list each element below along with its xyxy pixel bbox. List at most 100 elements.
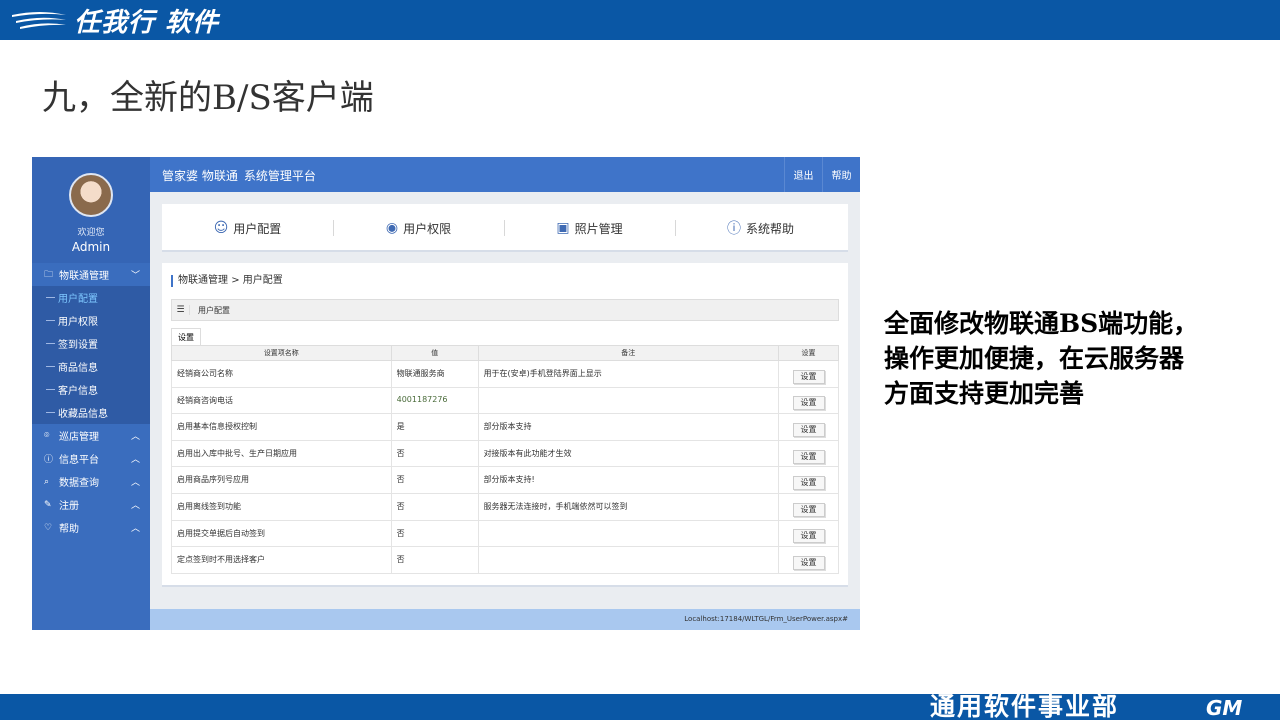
setting-name: 启用离线签到功能: [171, 492, 392, 521]
setting-name: 启用出入库中批号、生产日期应用: [171, 439, 392, 468]
slide-title: 九，全新的B/S客户端: [42, 78, 374, 118]
action-cell: 设置: [778, 519, 839, 548]
setting-value: 物联通服务商: [390, 360, 479, 388]
info-icon: ⓘ: [44, 455, 54, 465]
breadcrumb-current: 用户配置: [242, 275, 283, 286]
edit-icon: ✎: [44, 499, 52, 510]
breadcrumb-parent[interactable]: 物联通管理: [178, 275, 228, 286]
settings-tab[interactable]: 设置: [171, 328, 201, 345]
status-url: Localhost:17184/WLTGL/Frm_UserPower.aspx…: [684, 615, 848, 623]
set-button[interactable]: 设置: [792, 502, 825, 517]
sidebar-group-label: 信息平台: [59, 455, 99, 466]
setting-name: 经销商咨询电话: [171, 386, 392, 415]
setting-value: 否: [390, 466, 479, 494]
tab-label: 照片管理: [574, 221, 623, 236]
main-content: 物联通管理 > 用户配置 ☰ 用户配置 设置 设置项名称 值 备注 设置 经销商…: [162, 263, 848, 587]
panel-header: ☰ 用户配置: [171, 299, 839, 321]
setting-note: 部分版本支持: [477, 413, 780, 441]
table-row: 启用基本信息授权控制 是 部分版本支持 设置: [171, 413, 839, 441]
setting-name: 经销商公司名称: [171, 360, 392, 388]
app-screenshot: 欢迎您 Admin 🗀 物联通管理 ﹀ 用户配置 用户权限 签到设置 商品信息 …: [32, 157, 860, 630]
panel-title: 用户配置: [198, 305, 230, 315]
table-header-row: 设置项名称 值 备注 设置: [171, 345, 839, 361]
photo-icon: ▣: [556, 220, 570, 236]
sidebar-group-iot-management[interactable]: 🗀 物联通管理 ﹀: [32, 263, 150, 286]
set-button[interactable]: 设置: [792, 476, 825, 491]
setting-note: [477, 386, 780, 415]
sidebar-item-collection-info[interactable]: 收藏品信息: [32, 401, 150, 424]
action-cell: 设置: [778, 439, 839, 468]
user-icon: ☺: [213, 220, 229, 236]
set-button[interactable]: 设置: [792, 396, 825, 411]
action-cell: 设置: [778, 413, 839, 441]
sidebar-item-user-permission[interactable]: 用户权限: [32, 309, 150, 332]
setting-value: 否: [390, 439, 479, 468]
sidebar-item-product-info[interactable]: 商品信息: [32, 355, 150, 378]
tab-user-permission[interactable]: ◉ 用户权限: [333, 204, 504, 252]
table-row: 定点签到时不用选择客户 否 设置: [171, 546, 839, 574]
list-icon: ☰: [172, 305, 190, 315]
app-brand: 管家婆 物联通 系统管理平台: [162, 167, 316, 184]
chevron-up-icon: ︿: [130, 478, 140, 488]
logout-button[interactable]: 退出: [784, 157, 822, 192]
table-row: 启用商品序列号应用 否 部分版本支持! 设置: [171, 466, 839, 494]
logo-swoosh-icon: [12, 12, 66, 29]
table-row: 启用离线签到功能 否 服务器无法连接时，手机端依然可以签到 设置: [171, 492, 839, 521]
chevron-up-icon: ︿: [130, 501, 140, 511]
setting-value: 4001187276: [390, 386, 479, 415]
tab-system-help[interactable]: ⓘ 系统帮助: [675, 204, 846, 252]
setting-note: 部分版本支持!: [477, 466, 780, 494]
breadcrumb: 物联通管理 > 用户配置: [171, 275, 283, 287]
sidebar-group-register[interactable]: ✎ 注册 ︿: [32, 493, 150, 516]
feature-description: 全面修改物联通BS端功能，操作更加便捷，在云服务器方面支持更加完善: [884, 309, 1199, 408]
username: Admin: [71, 240, 111, 254]
tab-user-config[interactable]: ☺ 用户配置: [162, 204, 333, 252]
table-row: 启用出入库中批号、生产日期应用 否 对接版本有此功能才生效 设置: [171, 439, 839, 468]
action-cell: 设置: [778, 386, 839, 415]
tab-label: 用户配置: [233, 221, 282, 236]
sidebar-group-label: 巡店管理: [59, 432, 99, 443]
column-header: 备注: [477, 345, 780, 361]
set-button[interactable]: 设置: [792, 369, 825, 384]
settings-table: 设置项名称 值 备注 设置 经销商公司名称 物联通服务商 用于在(安卓)手机登陆…: [171, 345, 839, 574]
function-tabs: ☺ 用户配置 ◉ 用户权限 ▣ 照片管理 ⓘ 系统帮助: [162, 204, 848, 252]
sidebar-item-customer-info[interactable]: 客户信息: [32, 378, 150, 401]
chevron-up-icon: ︿: [130, 432, 140, 442]
setting-note: [477, 519, 780, 548]
search-icon: ⌕: [44, 476, 50, 487]
sidebar-item-user-config[interactable]: 用户配置: [32, 286, 150, 309]
avatar[interactable]: [69, 173, 113, 217]
logo-text: 任我行 软件: [74, 7, 220, 38]
action-cell: 设置: [778, 492, 839, 521]
set-button[interactable]: 设置: [792, 555, 825, 570]
set-button[interactable]: 设置: [792, 529, 825, 544]
brand-name: 管家婆 物联通: [162, 169, 238, 183]
sidebar-group-info-platform[interactable]: ⓘ 信息平台 ︿: [32, 447, 150, 470]
setting-note: 服务器无法连接时，手机端依然可以签到: [477, 492, 780, 521]
column-header: 设置项名称: [171, 345, 392, 361]
set-button[interactable]: 设置: [792, 449, 825, 464]
setting-note: 用于在(安卓)手机登陆界面上显示: [477, 360, 780, 388]
setting-value: 否: [390, 492, 479, 521]
setting-name: 启用商品序列号应用: [171, 466, 392, 494]
tab-photo-management[interactable]: ▣ 照片管理: [504, 204, 675, 252]
sidebar-item-checkin-settings[interactable]: 签到设置: [32, 332, 150, 355]
help-icon: ⓘ: [726, 221, 741, 237]
sidebar: 欢迎您 Admin 🗀 物联通管理 ﹀ 用户配置 用户权限 签到设置 商品信息 …: [32, 157, 150, 630]
footer-logo: GM: [1206, 696, 1243, 720]
system-name: 系统管理平台: [243, 169, 316, 183]
sidebar-group-data-query[interactable]: ⌕ 数据查询 ︿: [32, 470, 150, 493]
profile-section: 欢迎您 Admin: [32, 157, 150, 263]
action-cell: 设置: [778, 546, 839, 574]
sidebar-group-label: 注册: [59, 501, 79, 512]
heart-icon: ♡: [44, 522, 53, 533]
table-row: 启用提交单据后自动签到 否 设置: [171, 519, 839, 548]
footer-department: 通用软件事业部: [930, 692, 1120, 721]
help-button[interactable]: 帮助: [822, 157, 860, 192]
sidebar-group-help[interactable]: ♡ 帮助 ︿: [32, 516, 150, 539]
chevron-up-icon: ︿: [130, 524, 140, 534]
set-button[interactable]: 设置: [792, 422, 825, 437]
setting-name: 启用提交单据后自动签到: [171, 519, 392, 548]
submenu: 用户配置 用户权限 签到设置 商品信息 客户信息 收藏品信息: [32, 286, 150, 424]
sidebar-group-store-patrol[interactable]: ⌾ 巡店管理 ︿: [32, 424, 150, 447]
